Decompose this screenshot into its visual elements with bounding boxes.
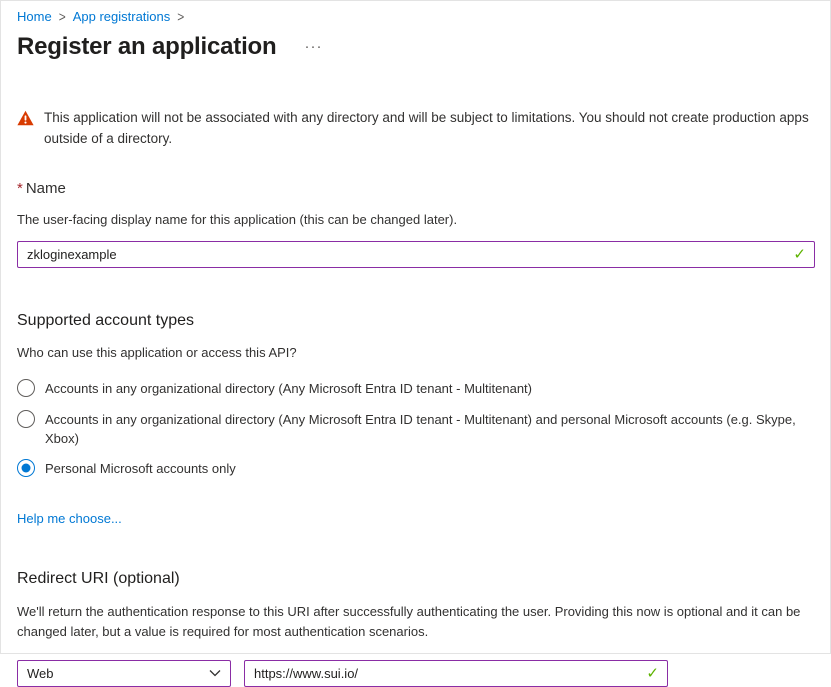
breadcrumb-home-link[interactable]: Home (17, 9, 52, 24)
uri-input-wrap: ✓ (244, 660, 668, 687)
radio-option-multitenant-personal[interactable]: Accounts in any organizational directory… (17, 410, 807, 449)
account-types-question: Who can use this application or access t… (17, 345, 815, 360)
warning-text: This application will not be associated … (44, 108, 815, 150)
name-field-label: *Name (17, 180, 815, 197)
account-type-radio-group: Accounts in any organizational directory… (17, 379, 815, 479)
name-field-description: The user-facing display name for this ap… (17, 212, 815, 227)
register-application-page: Home > App registrations > Register an a… (1, 1, 830, 687)
help-me-choose-link[interactable]: Help me choose... (17, 511, 122, 526)
name-input[interactable] (17, 241, 815, 268)
redirect-uri-input[interactable] (244, 660, 668, 687)
breadcrumb: Home > App registrations > (17, 1, 815, 24)
radio-button-icon[interactable] (17, 379, 35, 397)
page-title: Register an application (17, 33, 276, 61)
redirect-uri-description: We'll return the authentication response… (17, 602, 815, 642)
warning-triangle-icon (17, 110, 34, 129)
redirect-uri-heading: Redirect URI (optional) (17, 570, 815, 588)
chevron-down-icon (209, 669, 221, 677)
radio-option-label[interactable]: Accounts in any organizational directory… (45, 379, 532, 399)
breadcrumb-separator-icon: > (177, 8, 184, 24)
warning-banner: This application will not be associated … (17, 108, 815, 150)
required-marker: * (17, 180, 23, 197)
page-header: Register an application ··· (17, 33, 815, 61)
more-options-icon[interactable]: ··· (302, 42, 324, 52)
platform-select-value: Web (27, 666, 54, 681)
supported-account-types-heading: Supported account types (17, 312, 815, 330)
breadcrumb-separator-icon: > (59, 8, 66, 24)
redirect-uri-row: Web ✓ (17, 660, 815, 687)
platform-select[interactable]: Web (17, 660, 231, 687)
name-input-wrap: ✓ (17, 241, 815, 268)
radio-option-label[interactable]: Personal Microsoft accounts only (45, 459, 236, 479)
radio-option-label[interactable]: Accounts in any organizational directory… (45, 410, 807, 449)
radio-button-selected-icon[interactable] (17, 459, 35, 477)
radio-option-multitenant[interactable]: Accounts in any organizational directory… (17, 379, 807, 399)
breadcrumb-app-registrations-link[interactable]: App registrations (73, 9, 171, 24)
radio-option-personal-only[interactable]: Personal Microsoft accounts only (17, 459, 807, 479)
radio-button-icon[interactable] (17, 410, 35, 428)
